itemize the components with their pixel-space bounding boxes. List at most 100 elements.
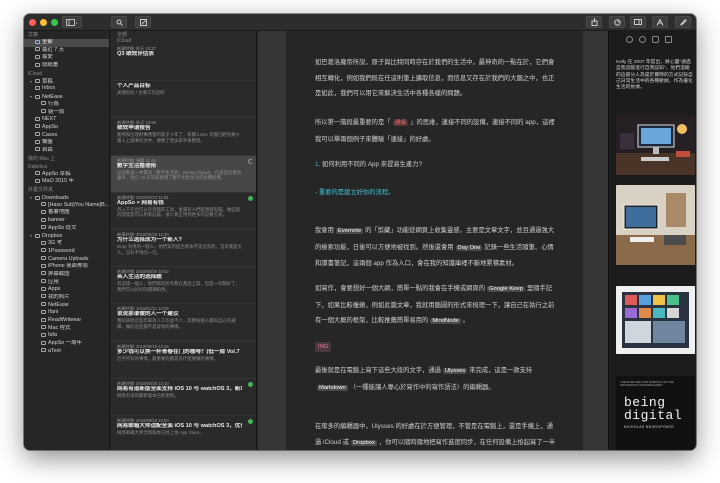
attachment-image-desk-2[interactable] (616, 185, 695, 265)
library-item[interactable]: 行為 (24, 101, 109, 109)
folder-icon (41, 225, 46, 230)
library-item[interactable]: [Haso Sub]You Name]B... (24, 202, 109, 210)
library-item[interactable]: aText (24, 348, 109, 356)
library-item-label: MaO 2015 年 (42, 178, 75, 185)
sheet-item[interactable]: 創建時間: 週曆 11:44 數字生活整理術 記得看過一本書叫『數字生活者』(Bei… (111, 155, 256, 193)
library-item[interactable]: Mac 程式 (24, 325, 109, 333)
library-item[interactable]: 自由 (24, 147, 109, 155)
library-item[interactable]: AppSo 草稿 (24, 171, 109, 179)
editor-paragraph[interactable]: IMG (315, 339, 559, 355)
library-item[interactable]: Cases (24, 132, 109, 140)
library-item[interactable]: AppSo (24, 124, 109, 132)
folder-icon (41, 317, 46, 322)
folder-icon (41, 302, 46, 307)
sidebar-toggle-button[interactable] (62, 16, 82, 28)
library-item[interactable]: 最近 7 天 (24, 47, 109, 55)
attachment-image-book[interactable]: THE ROAD MAP FOR SURVIVAL ON THE INFORMA… (616, 376, 695, 450)
panel-icon (634, 19, 642, 25)
sheet-item[interactable]: 創建時間: 2016/01/31 13:06 说说那谁做的人一个建议 我知道他這些年… (111, 304, 256, 342)
library-item[interactable]: 屏幕截图 (24, 271, 109, 279)
sheet-item[interactable]: 个人产品目标 关键指标 / 主要工作说明 (111, 81, 256, 119)
library-item[interactable]: Camera Uploads (24, 256, 109, 264)
editor-page[interactable]: 如巴葛洛龐帝所說，原子與比特同時存在於我們的生活中，最神奇的一點在於，它們會相互… (286, 31, 583, 450)
text-run: 如何利用不同的 App 來提高生產力? (322, 161, 423, 168)
library-item[interactable]: 3G 考 (24, 240, 109, 248)
attachments-button[interactable] (630, 16, 646, 28)
library-item[interactable]: 最愛 (24, 54, 109, 62)
library-section-header[interactable]: Dabelius (24, 163, 109, 171)
library-item[interactable]: iPhone 桌面佈局 (24, 263, 109, 271)
editor-paragraph[interactable]: 如巴葛洛龐帝所說，原子與比特同時存在於我們的生活中，最神奇的一點在於，它們會相互… (315, 55, 559, 102)
library-item[interactable]: 懶盤 (24, 139, 109, 147)
attach-button[interactable] (675, 16, 691, 28)
library-item-label: 最近 7 天 (42, 46, 65, 53)
editor-paragraph[interactable]: 在眾多的編輯器中，Ulysses 的好處在於方便管理，不管是在電腦上，還是手機上… (315, 419, 559, 450)
goal-icon[interactable] (639, 36, 646, 43)
attachment-image-screens[interactable] (616, 286, 695, 354)
library-item[interactable]: ▾ Downloads (24, 194, 109, 202)
library-item[interactable]: fafa (24, 332, 109, 340)
editor-paragraph[interactable]: 我會用 Evernote 的「剪藏」功能從網頁上收集靈感，主要是文章文字，並且通過強… (315, 223, 559, 272)
sheet-item[interactable]: 創建時間: 2016/09/19 13:26 多少钱可以换一杯青春在门的咖啡？(低… (111, 342, 256, 379)
editor-paragraph[interactable]: 如寫作，會要想好一個大綱，簡單一點的我會在手機或網頁的 Google Keep 里隨… (315, 281, 559, 330)
library-item[interactable]: 廢紙簍 (24, 62, 109, 70)
new-sheet-button[interactable] (135, 16, 151, 28)
library-item-label: NetEase (42, 94, 63, 101)
editor-paragraph[interactable]: 所以第一階段最重要的是「 連接 」的思維，連接不同的設備，連接不同的 app，這裡我… (315, 115, 559, 147)
library-item[interactable]: MaO 2015 年 (24, 178, 109, 186)
font-icon (656, 18, 664, 26)
goals-button[interactable] (609, 16, 625, 28)
sheet-item[interactable]: 創建時間: 2016/02/23 11:05 AppSo × 网易有钱 月入千元也可… (111, 193, 256, 230)
image-tag[interactable]: IMG (315, 342, 332, 352)
library-item[interactable]: NEXT (24, 116, 109, 124)
library-item[interactable]: banner (24, 217, 109, 225)
screens-collage-image (616, 286, 695, 354)
search-button[interactable] (111, 16, 127, 28)
library-item[interactable]: AppSo 一周年 (24, 340, 109, 348)
library-item[interactable]: 链一周 (24, 109, 109, 117)
sheet-item[interactable]: 創建時間: 2016/05/29 12:20 为什么选择成为一个新人? Drop 有… (111, 230, 256, 268)
sheet-item[interactable]: 創建時間: 昨天 10:37 Q3 绩效评估表 (111, 44, 256, 82)
library-item[interactable]: ▾ 草稿 (24, 78, 109, 86)
library-item[interactable]: 番薯地圖 (24, 209, 109, 217)
font-button[interactable] (652, 16, 668, 28)
sheet-item[interactable]: 創建時間: 2016/05/29 10:53 英人生活的选择题 有這樣一個人，他們寫… (111, 267, 256, 305)
library-item[interactable]: NetEase (24, 302, 109, 310)
library-item[interactable]: 1Password (24, 248, 109, 256)
sheet-item[interactable]: 創建時間: 昨天 10:56 绩效申请报告 鹿鳴和位理財事務管的案子十年了，嵌關 l… (111, 118, 256, 156)
minimize-window-button[interactable] (40, 19, 47, 26)
attachment-note[interactable]: Kelly 在 2007 年提出，將心靈"通過自我追蹤進行自我認知"，他們追蹤的… (616, 60, 694, 91)
library-item[interactable]: 应用 (24, 279, 109, 287)
library-item[interactable]: Inbox (24, 85, 109, 93)
library-section-header[interactable]: 外置文件夹 (24, 186, 109, 194)
attachment-image-desk[interactable] (616, 115, 695, 175)
share-button[interactable] (586, 16, 602, 28)
library-item-label: aText (48, 347, 61, 354)
library-item[interactable]: ▾ NetEase (24, 93, 109, 101)
library-item[interactable]: ▾ Dropbox (24, 232, 109, 240)
sheet-items: 創建時間: 昨天 10:37 Q3 绩效评估表 个人产品目标 关键指标 / 主要工作说… (111, 44, 256, 450)
editor-paragraph[interactable]: 最後就是在電腦上寫下這些大段的文字，通過 Ulysses 來完成，這是一款支持 Mar… (315, 363, 559, 396)
library-item[interactable]: 我的照片 (24, 294, 109, 302)
library-item[interactable]: Apps (24, 286, 109, 294)
library-item-label: 3G 考 (48, 240, 63, 247)
desk-photo-2-image (616, 185, 695, 265)
sheet-item[interactable]: 創建時間: 2016/09/19 10:50 网易邮箱大师适配全面 iOS 10 … (111, 416, 256, 450)
sheet-item[interactable]: 創建時間: 2016/09/28 14:10 网易有道新版全面支持 iOS 10 … (111, 379, 256, 416)
library-item[interactable]: Ifani (24, 309, 109, 317)
zoom-window-button[interactable] (51, 19, 58, 26)
library-section-header[interactable]: 我的 Mac 上 (24, 155, 109, 163)
library-item-label: 应用 (48, 278, 59, 285)
library-item[interactable]: ReadWriteear (24, 317, 109, 325)
editor-paragraph[interactable]: 1. 如何利用不同的 App 來提高生產力? (315, 157, 559, 173)
library-item-label: fafa (48, 332, 57, 339)
images-icon[interactable] (665, 36, 672, 43)
library-section-header[interactable]: iCloud (24, 70, 109, 78)
editor-paragraph[interactable]: - 重要的是建立好你的流程。 (315, 185, 559, 201)
library-item[interactable]: AppSo 從文 (24, 225, 109, 233)
close-window-button[interactable] (29, 19, 36, 26)
notes-icon[interactable] (652, 36, 659, 43)
library-section-header[interactable]: 文庫 (24, 31, 109, 39)
keywords-icon[interactable] (626, 36, 633, 43)
library-item[interactable]: 全部 (24, 39, 109, 47)
